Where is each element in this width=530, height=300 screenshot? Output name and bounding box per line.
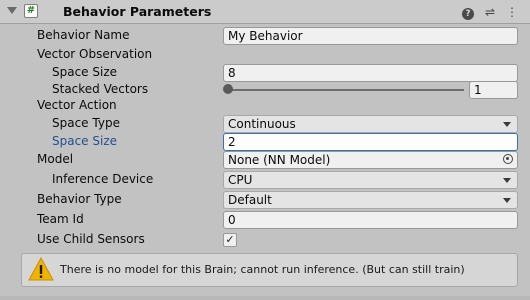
component-header[interactable]: # Behavior Parameters ? ⇌ ⋮ [0, 0, 530, 24]
model-object-field[interactable]: None (NN Model) [223, 151, 518, 169]
behavior-name-label: Behavior Name [37, 28, 130, 42]
observation-space-size-input[interactable]: 8 [223, 64, 518, 82]
space-type-dropdown[interactable]: Continuous [223, 115, 518, 133]
context-menu-icon[interactable]: ⋮ [505, 5, 519, 19]
component-title: Behavior Parameters [63, 4, 212, 19]
space-type-label: Space Type [52, 116, 120, 130]
row-team-id: Team Id 0 [0, 211, 530, 229]
row-behavior-name: Behavior Name My Behavior [0, 27, 530, 45]
warning-icon [28, 257, 54, 281]
chevron-down-icon [503, 122, 511, 127]
help-glyph: ? [462, 8, 474, 20]
row-use-child-sensors: Use Child Sensors ✓ [0, 231, 530, 249]
observation-space-size-label: Space Size [52, 65, 118, 79]
row-behavior-type: Behavior Type Default [0, 191, 530, 209]
stacked-vectors-slider-thumb[interactable] [223, 84, 233, 94]
help-icon[interactable]: ? [461, 5, 475, 20]
behavior-type-dropdown[interactable]: Default [223, 191, 518, 209]
warning-help-box: There is no model for this Brain; cannot… [21, 253, 518, 287]
divider [0, 296, 530, 300]
row-space-type: Space Type Continuous [0, 115, 530, 133]
behavior-name-input[interactable]: My Behavior [223, 27, 518, 45]
behavior-type-value: Default [228, 193, 272, 207]
preset-icon[interactable]: ⇌ [483, 5, 497, 19]
model-label: Model [37, 152, 74, 166]
team-id-input[interactable]: 0 [223, 211, 518, 229]
row-action-space-size: Space Size 2 [0, 133, 530, 151]
action-space-size-input[interactable]: 2 [223, 133, 518, 151]
row-vector-observation: Vector Observation [0, 46, 530, 64]
behavior-type-label: Behavior Type [37, 192, 122, 206]
use-child-sensors-label: Use Child Sensors [37, 232, 145, 246]
foldout-arrow-icon[interactable] [7, 7, 17, 14]
warning-message: There is no model for this Brain; cannot… [60, 263, 465, 276]
space-type-value: Continuous [228, 117, 296, 131]
vector-observation-label: Vector Observation [37, 47, 153, 61]
vector-action-label: Vector Action [37, 98, 117, 112]
row-vector-action: Vector Action [0, 97, 530, 115]
inference-device-label: Inference Device [52, 172, 154, 186]
use-child-sensors-checkbox[interactable]: ✓ [223, 233, 237, 247]
stacked-vectors-label: Stacked Vectors [52, 82, 149, 96]
chevron-down-icon [503, 178, 511, 183]
chevron-down-icon [503, 198, 511, 203]
stacked-vectors-slider-track[interactable] [228, 89, 464, 91]
model-value: None (NN Model) [228, 153, 331, 167]
row-model: Model None (NN Model) [0, 151, 530, 169]
row-inference-device: Inference Device CPU [0, 171, 530, 189]
script-icon: # [24, 4, 38, 18]
inference-device-value: CPU [228, 173, 253, 187]
action-space-size-label: Space Size [52, 134, 118, 148]
row-observation-space-size: Space Size 8 [0, 64, 530, 82]
inference-device-dropdown[interactable]: CPU [223, 171, 518, 189]
object-picker-icon[interactable] [503, 154, 513, 164]
team-id-label: Team Id [37, 212, 84, 226]
